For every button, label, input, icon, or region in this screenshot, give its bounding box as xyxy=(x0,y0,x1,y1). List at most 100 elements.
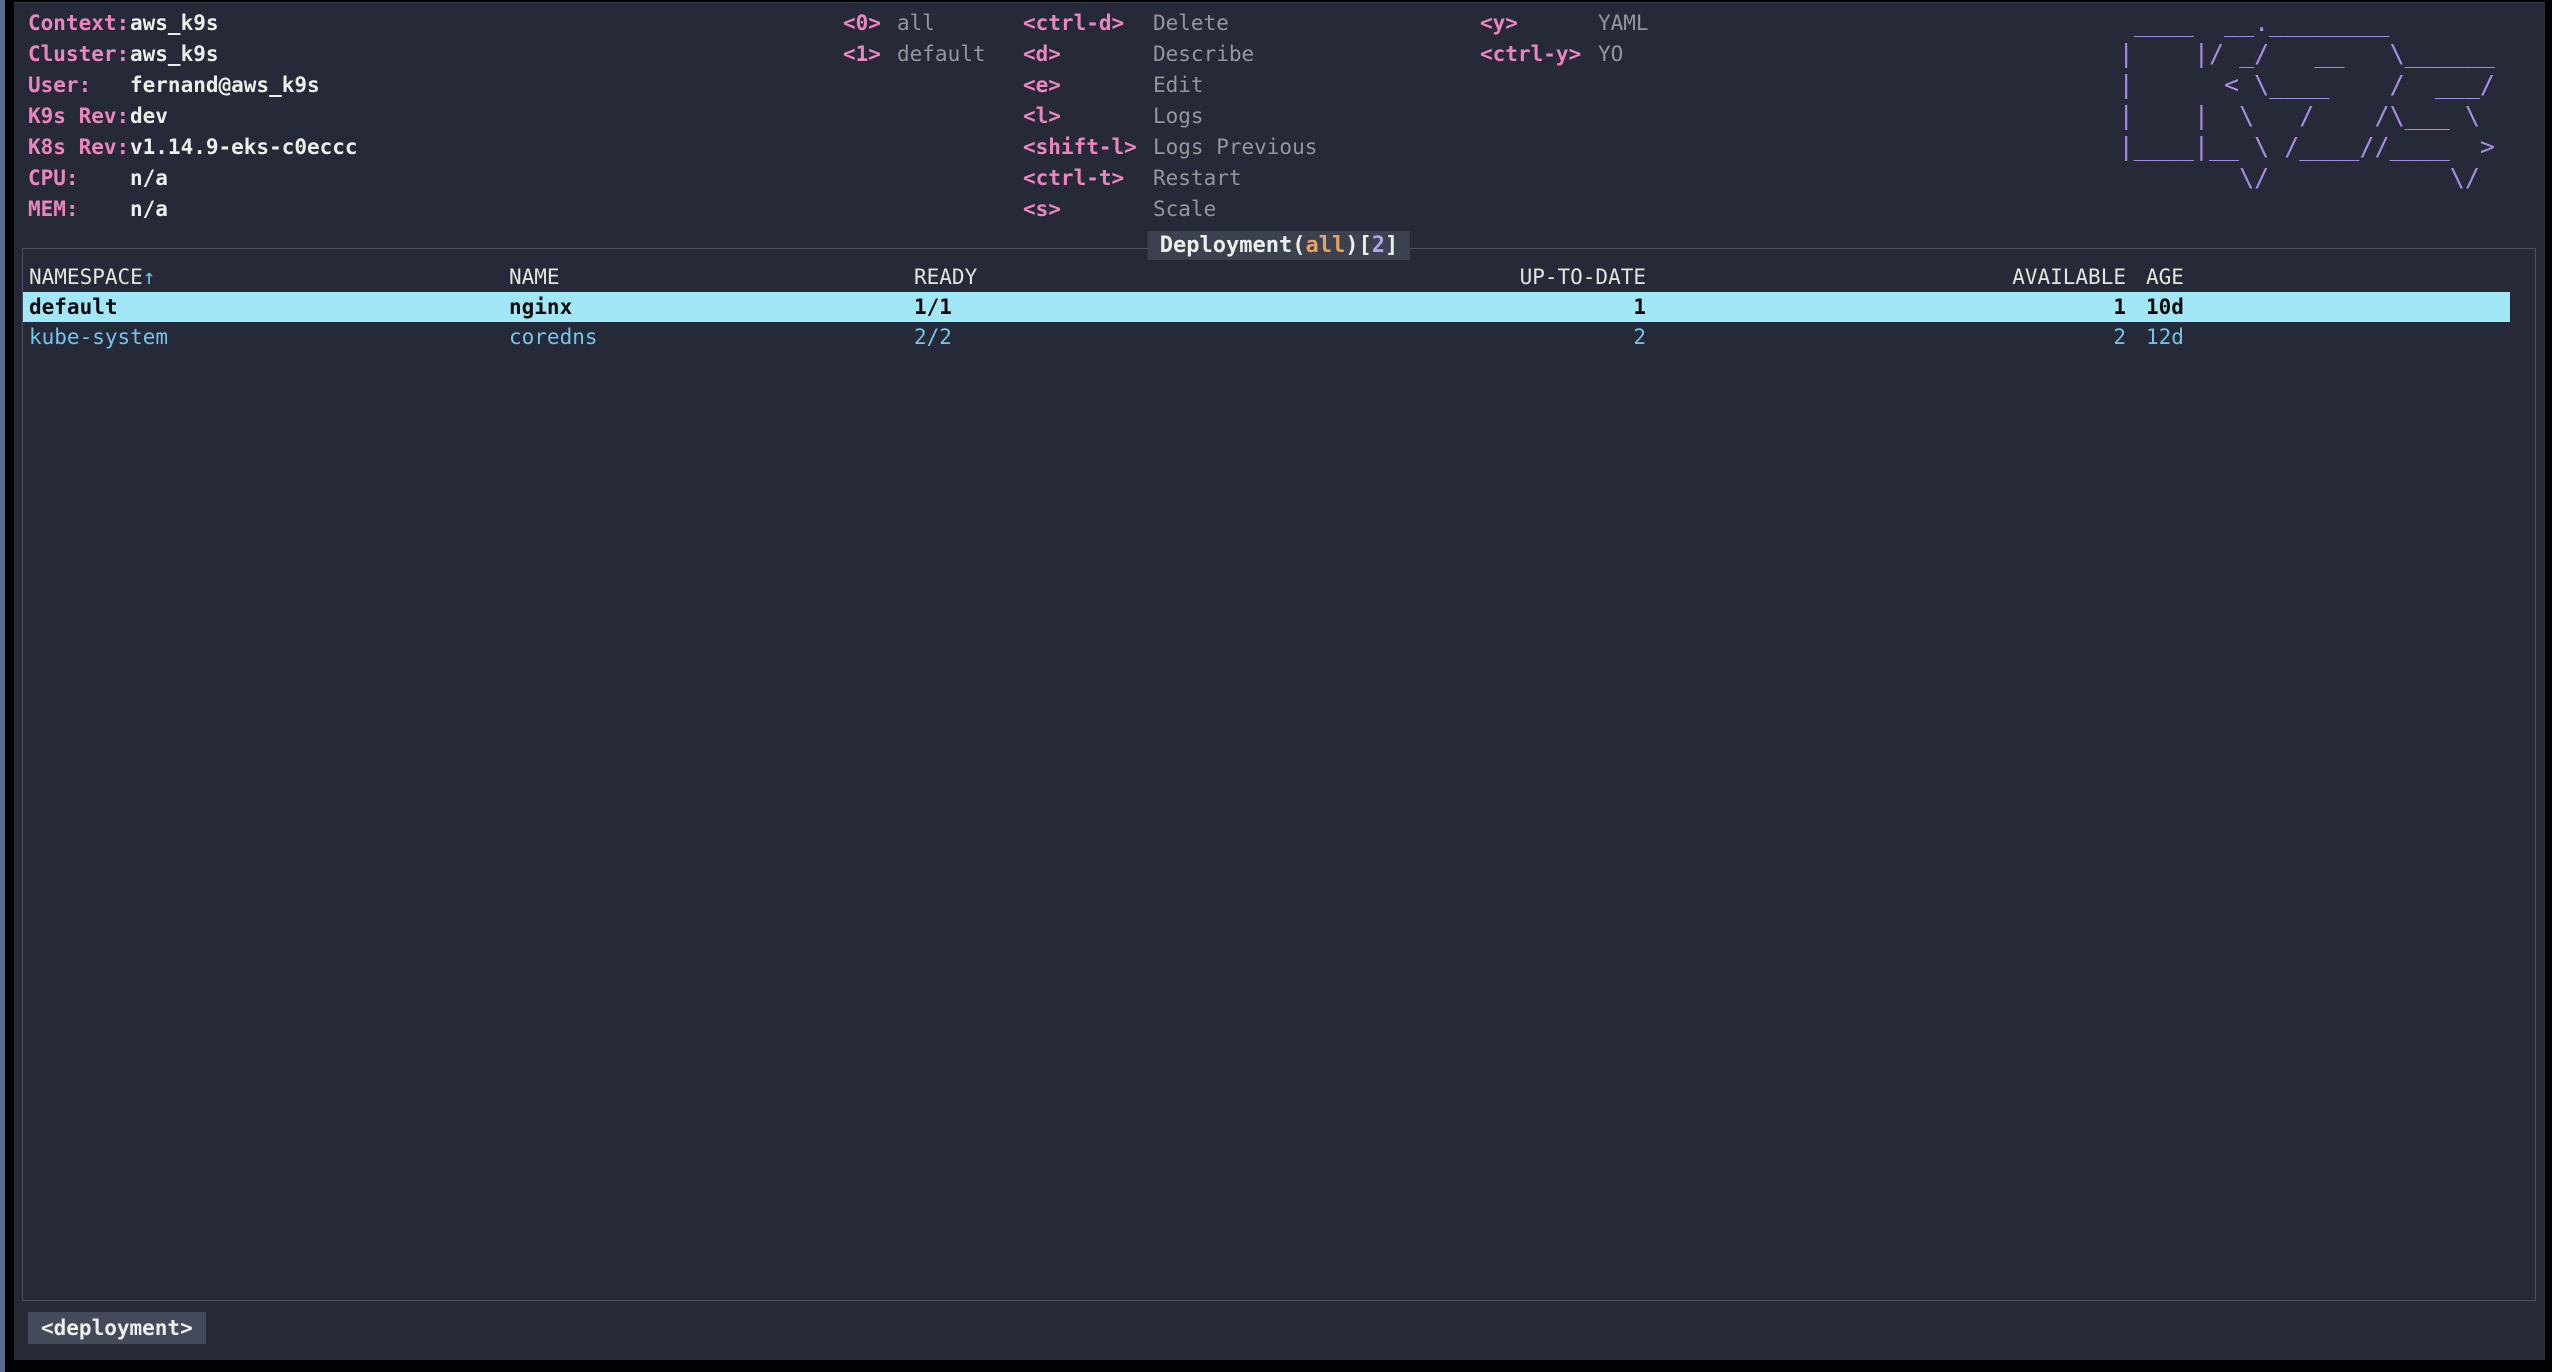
hotkey-key: <ctrl-t> xyxy=(1023,163,1153,194)
logo-line: ____ __.________ xyxy=(2119,7,2510,38)
info-value: n/a xyxy=(130,194,358,225)
cluster-info-row: K9s Rev:dev xyxy=(28,101,358,132)
hotkey-label: default xyxy=(897,39,986,70)
table-body: defaultnginx1/11110dkube-systemcoredns2/… xyxy=(23,292,2535,352)
table-row[interactable]: defaultnginx1/11110d xyxy=(23,292,2510,322)
hotkey-key: <1> xyxy=(843,39,897,70)
cell-up-to-date: 2 xyxy=(1264,322,1646,352)
info-label: CPU: xyxy=(28,163,130,194)
column-header-up-to-date[interactable]: UP-TO-DATE xyxy=(1264,262,1646,292)
namespace-hotkeys: <0>all<1>default xyxy=(843,8,986,70)
column-header-age[interactable]: AGE xyxy=(2126,262,2510,292)
cluster-info-panel: Context:aws_k9sCluster:aws_k9sUser:ferna… xyxy=(28,8,358,225)
column-header-label: UP-TO-DATE xyxy=(1520,265,1646,289)
table-header-row: NAMESPACE↑NAMEREADYUP-TO-DATEAVAILABLEAG… xyxy=(23,262,2510,292)
cluster-info-row: Context:aws_k9s xyxy=(28,8,358,39)
column-header-label: NAMESPACE xyxy=(29,265,143,289)
table-title: Deployment(all)[2] xyxy=(1148,231,1410,260)
logo-line: | < \____ / ___/ xyxy=(2119,69,2510,100)
column-header-label: READY xyxy=(914,265,977,289)
info-label: Context: xyxy=(28,8,130,39)
hotkey-key: <d> xyxy=(1023,39,1153,70)
column-header-label: AGE xyxy=(2146,265,2184,289)
hotkey-row: <ctrl-d>Delete xyxy=(1023,8,1317,39)
cluster-info-row: User:fernand@aws_k9s xyxy=(28,70,358,101)
info-label: User: xyxy=(28,70,130,101)
window-edge xyxy=(0,0,5,1372)
hotkey-row: <d>Describe xyxy=(1023,39,1317,70)
cluster-info-row: K8s Rev:v1.14.9-eks-c0eccc xyxy=(28,132,358,163)
hotkey-row: <ctrl-t>Restart xyxy=(1023,163,1317,194)
info-value: fernand@aws_k9s xyxy=(130,70,358,101)
title-resource-count: 2 xyxy=(1372,233,1385,258)
column-header-ready[interactable]: READY xyxy=(914,262,1264,292)
cell-ready: 2/2 xyxy=(914,322,1264,352)
hotkey-key: <l> xyxy=(1023,101,1153,132)
hotkey-key: <shift-l> xyxy=(1023,132,1153,163)
hotkey-key: <s> xyxy=(1023,194,1153,225)
deployment-table: Deployment(all)[2] NAMESPACE↑NAMEREADYUP… xyxy=(22,248,2536,1301)
info-label: K9s Rev: xyxy=(28,101,130,132)
cell-available: 1 xyxy=(1646,292,2126,322)
cluster-info-row: MEM:n/a xyxy=(28,194,358,225)
hotkey-row: <1>default xyxy=(843,39,986,70)
column-header-available[interactable]: AVAILABLE xyxy=(1646,262,2126,292)
yaml-hotkeys: <y>YAML<ctrl-y>YO xyxy=(1480,8,1649,70)
hotkey-label: Edit xyxy=(1153,70,1317,101)
cell-name: nginx xyxy=(509,292,914,322)
terminal-background: Context:aws_k9sCluster:aws_k9sUser:ferna… xyxy=(14,2,2545,1360)
cluster-info-row: Cluster:aws_k9s xyxy=(28,39,358,70)
hotkey-label: Delete xyxy=(1153,8,1317,39)
cell-name: coredns xyxy=(509,322,914,352)
title-resource: Deployment( xyxy=(1160,233,1306,258)
cell-age: 12d xyxy=(2126,322,2510,352)
action-hotkeys: <ctrl-d>Delete<d>Describe<e>Edit<l>Logs<… xyxy=(1023,8,1317,225)
hotkey-row: <shift-l>Logs Previous xyxy=(1023,132,1317,163)
column-header-label: AVAILABLE xyxy=(2012,265,2126,289)
info-value: dev xyxy=(130,101,358,132)
hotkey-row: <y>YAML xyxy=(1480,8,1649,39)
logo-line: | | \ / /\___ \ xyxy=(2119,100,2510,131)
breadcrumbs: <deployment> xyxy=(28,1312,216,1344)
table-row[interactable]: kube-systemcoredns2/22212d xyxy=(23,322,2510,352)
info-value: n/a xyxy=(130,163,358,194)
crumb-deployment[interactable]: <deployment> xyxy=(28,1312,206,1344)
logo-line: \/ \/ xyxy=(2119,162,2510,193)
hotkey-label: Describe xyxy=(1153,39,1317,70)
hotkey-row: <s>Scale xyxy=(1023,194,1317,225)
hotkey-label: Scale xyxy=(1153,194,1317,225)
column-header-namespace[interactable]: NAMESPACE↑ xyxy=(29,262,509,292)
info-value: v1.14.9-eks-c0eccc xyxy=(130,132,358,163)
hotkey-key: <e> xyxy=(1023,70,1153,101)
cell-namespace: kube-system xyxy=(29,322,509,352)
hotkey-label: Logs Previous xyxy=(1153,132,1317,163)
cell-age: 10d xyxy=(2126,292,2510,322)
info-value: aws_k9s xyxy=(130,39,358,70)
k9s-ascii-logo: ____ __.________ | |/ _/ __ \______ | < … xyxy=(2119,7,2510,193)
hotkey-label: Logs xyxy=(1153,101,1317,132)
hotkey-label: YO xyxy=(1598,39,1649,70)
hotkey-row: <l>Logs xyxy=(1023,101,1317,132)
hotkey-label: Restart xyxy=(1153,163,1317,194)
title-bracket-open: )[ xyxy=(1345,233,1372,258)
column-header-name[interactable]: NAME xyxy=(509,262,914,292)
hotkey-label: all xyxy=(897,8,986,39)
hotkey-key: <y> xyxy=(1480,8,1598,39)
cell-up-to-date: 1 xyxy=(1264,292,1646,322)
hotkey-key: <0> xyxy=(843,8,897,39)
logo-line: |____|__ \ /____//____ > xyxy=(2119,131,2510,162)
info-label: K8s Rev: xyxy=(28,132,130,163)
hotkey-key: <ctrl-d> xyxy=(1023,8,1153,39)
k9s-terminal-window: Context:aws_k9sCluster:aws_k9sUser:ferna… xyxy=(0,0,2552,1372)
info-value: aws_k9s xyxy=(130,8,358,39)
hotkey-row: <e>Edit xyxy=(1023,70,1317,101)
logo-line: | |/ _/ __ \______ xyxy=(2119,38,2510,69)
info-label: MEM: xyxy=(28,194,130,225)
column-header-label: NAME xyxy=(509,265,560,289)
info-label: Cluster: xyxy=(28,39,130,70)
cell-available: 2 xyxy=(1646,322,2126,352)
hotkey-row: <ctrl-y>YO xyxy=(1480,39,1649,70)
sort-ascending-icon: ↑ xyxy=(143,265,156,289)
cluster-info-row: CPU:n/a xyxy=(28,163,358,194)
title-bracket-close: ] xyxy=(1385,233,1398,258)
